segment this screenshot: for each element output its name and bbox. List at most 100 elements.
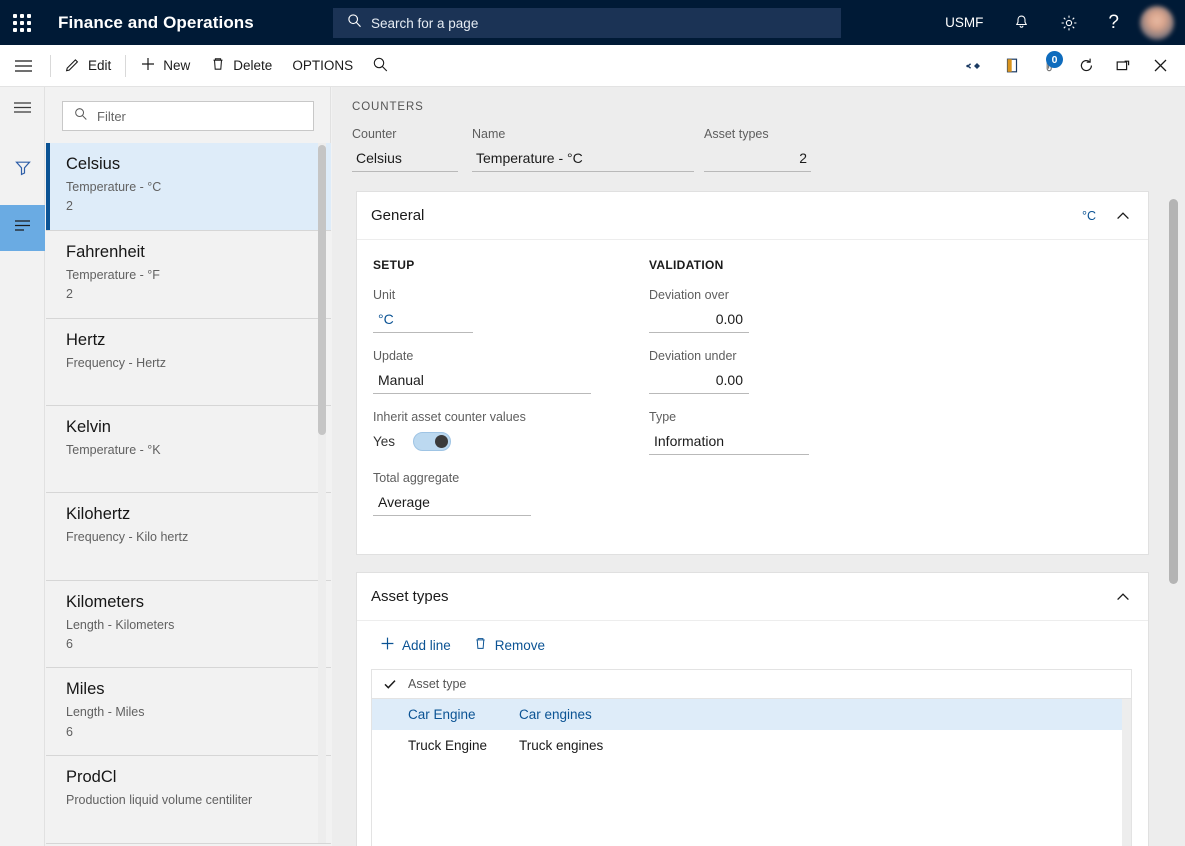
hamburger-icon[interactable] — [0, 45, 46, 86]
open-in-new-icon[interactable] — [994, 45, 1031, 86]
asset-types-field-value[interactable]: 2 — [704, 148, 811, 172]
checkmark-icon[interactable] — [372, 677, 408, 691]
list-item-title: Celsius — [66, 155, 121, 173]
grid-scrollbar-track[interactable] — [1122, 699, 1131, 846]
delete-button[interactable]: Delete — [200, 51, 282, 81]
asset-types-fasttab-header[interactable]: Asset types — [357, 573, 1148, 621]
grid-cell-asset-type[interactable]: Truck Engine — [408, 738, 519, 753]
grid-cell-description[interactable]: Car engines — [519, 707, 592, 722]
company-selector[interactable]: USMF — [930, 0, 998, 45]
filter-input[interactable]: Filter — [62, 101, 314, 131]
edit-button[interactable]: Edit — [55, 51, 121, 81]
table-row[interactable]: Car Engine Car engines — [372, 699, 1131, 730]
filter-container: Filter — [46, 87, 330, 131]
top-navigation-bar: Finance and Operations Search for a page… — [0, 0, 1185, 45]
list-item[interactable]: Kelvin Temperature - °K — [46, 405, 331, 494]
name-field-value[interactable]: Temperature - °C — [472, 148, 694, 172]
asset-types-grid-toolbar: Add line Remove — [357, 621, 1148, 669]
options-button[interactable]: OPTIONS — [282, 51, 363, 81]
new-button[interactable]: New — [130, 51, 200, 81]
setup-heading: SETUP — [373, 258, 415, 272]
deviation-over-field: Deviation over 0.00 — [649, 288, 929, 333]
attachment-icon[interactable]: 0 — [1031, 45, 1068, 86]
list-item[interactable]: Fahrenheit Temperature - °F 2 — [46, 230, 331, 319]
list-item-count: 2 — [66, 199, 73, 214]
popout-icon[interactable] — [1105, 45, 1142, 86]
trash-icon — [473, 636, 488, 654]
list-item[interactable]: Miles Length - Miles 6 — [46, 668, 331, 757]
chevron-up-icon[interactable] — [1114, 207, 1132, 225]
app-launcher-icon[interactable] — [0, 0, 44, 45]
chevron-up-icon[interactable] — [1114, 588, 1132, 606]
remove-button[interactable]: Remove — [464, 631, 554, 659]
general-fasttab: General °C SETUP Unit °C Update Manual I… — [356, 191, 1149, 555]
update-label: Update — [373, 349, 414, 363]
counter-field-value[interactable]: Celsius — [352, 148, 458, 172]
inherit-toggle[interactable] — [413, 432, 452, 451]
grid-cell-asset-type[interactable]: Car Engine — [408, 707, 519, 722]
general-fasttab-body: SETUP Unit °C Update Manual Inherit asse… — [357, 240, 1148, 554]
header-fields: Counter Celsius Name Temperature - °C As… — [352, 127, 1185, 172]
list-item-title: ProdCl — [66, 768, 117, 787]
deviation-under-value[interactable]: 0.00 — [649, 369, 749, 394]
sidebar-scrollbar-thumb[interactable] — [318, 145, 326, 435]
global-search-input[interactable]: Search for a page — [333, 8, 841, 38]
app-window: Finance and Operations Search for a page… — [0, 0, 1185, 846]
refresh-icon[interactable] — [1068, 45, 1105, 86]
add-line-button[interactable]: Add line — [371, 631, 460, 659]
update-value[interactable]: Manual — [373, 369, 591, 394]
type-value[interactable]: Information — [649, 430, 809, 455]
bell-icon[interactable] — [998, 0, 1045, 45]
list-item-count — [66, 548, 315, 567]
unit-label: Unit — [373, 288, 396, 302]
total-aggregate-value[interactable]: Average — [373, 491, 531, 516]
filter-placeholder: Filter — [97, 108, 126, 124]
table-row[interactable]: Truck Engine Truck engines — [372, 730, 1131, 761]
list-lines-icon — [13, 219, 32, 237]
grid-header-row: Asset type — [372, 670, 1131, 699]
inherit-asset-counter-values-field: Inherit asset counter values Yes — [373, 410, 653, 451]
grid-column-header-asset-type[interactable]: Asset type — [408, 677, 466, 691]
rail-menu-button[interactable] — [0, 87, 45, 133]
trash-icon — [210, 56, 226, 75]
general-fasttab-header[interactable]: General °C — [357, 192, 1148, 240]
page-header: COUNTERS Counter Celsius Name Temperatur… — [332, 87, 1185, 172]
list-item-subtitle: Temperature - °F — [66, 267, 160, 282]
asset-types-fasttab: Asset types Add line Remove Asset type C… — [356, 572, 1149, 846]
close-icon[interactable] — [1142, 45, 1179, 86]
breadcrumb: COUNTERS — [352, 101, 424, 113]
rail-list-button[interactable] — [0, 205, 45, 251]
gear-icon[interactable] — [1045, 0, 1093, 45]
list-item-title: Kelvin — [66, 417, 111, 436]
unit-field: Unit °C — [373, 288, 653, 333]
type-field: Type Information — [649, 410, 929, 455]
global-search-placeholder: Search for a page — [371, 15, 479, 31]
toolbar-divider — [125, 54, 127, 77]
grid-cell-description[interactable]: Truck engines — [519, 738, 603, 753]
list-item[interactable]: Celsius Temperature - °C 2 — [46, 143, 331, 231]
asset-types-field: Asset types 2 — [704, 127, 811, 172]
relations-icon[interactable] — [957, 45, 994, 86]
validation-heading: VALIDATION — [649, 258, 724, 272]
hamburger-icon — [13, 101, 32, 119]
deviation-over-value[interactable]: 0.00 — [649, 308, 749, 333]
list-item[interactable]: Kilometers Length - Kilometers 6 — [46, 580, 331, 669]
search-icon — [372, 56, 389, 76]
list-item[interactable]: Kilohertz Frequency - Kilo hertz — [46, 493, 331, 581]
unit-value[interactable]: °C — [373, 308, 473, 333]
toolbar-divider — [50, 54, 51, 77]
list-item-subtitle: Production liquid volume centiliter — [66, 793, 253, 808]
list-item[interactable]: ProdCl Production liquid volume centilit… — [46, 756, 331, 844]
list-item-title: Kilohertz — [66, 505, 131, 524]
toolbar-search-button[interactable] — [363, 51, 398, 81]
list-item[interactable]: Hertz Frequency - Hertz — [46, 318, 331, 406]
remove-label: Remove — [494, 637, 546, 653]
list-item-title: Fahrenheit — [66, 242, 145, 261]
total-aggregate-label: Total aggregate — [373, 471, 460, 485]
rail-filter-button[interactable] — [0, 147, 45, 193]
setup-column: SETUP Unit °C Update Manual Inherit asse… — [373, 258, 653, 532]
help-icon[interactable]: ? — [1093, 0, 1134, 45]
avatar[interactable] — [1140, 5, 1174, 40]
pencil-icon — [65, 56, 81, 75]
main-scrollbar-thumb[interactable] — [1169, 199, 1178, 584]
